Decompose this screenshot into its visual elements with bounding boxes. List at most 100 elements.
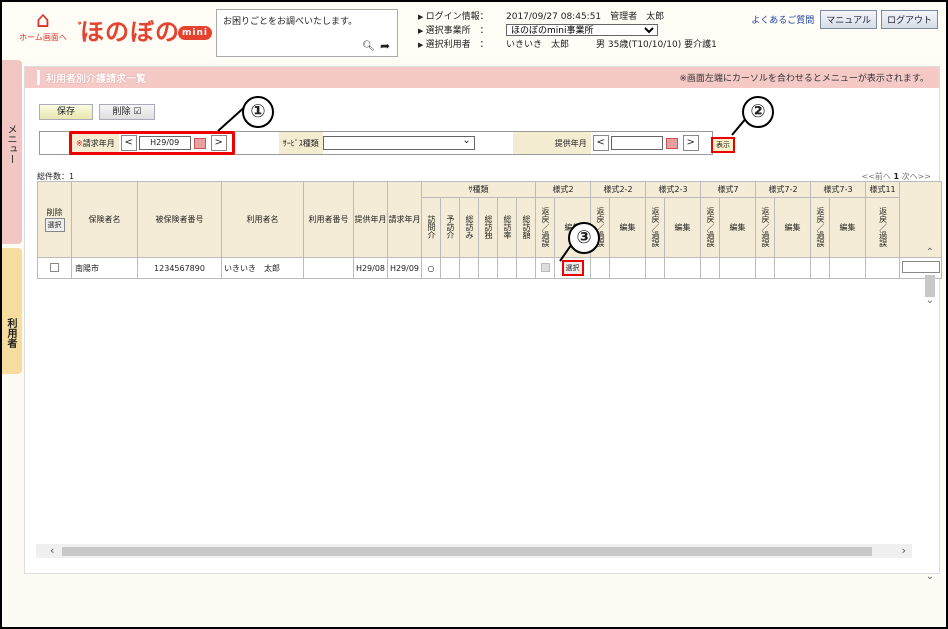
manual-button[interactable]: マニュアル xyxy=(820,10,877,29)
scroll-down-icon[interactable]: ⌄ xyxy=(923,295,937,306)
return-checkbox xyxy=(540,262,550,272)
scroll-bottom-icon[interactable]: ⌄ xyxy=(923,571,937,582)
pager-next[interactable]: 次へ>> xyxy=(902,172,931,181)
scroll-up-icon[interactable]: ⌃ xyxy=(923,247,937,258)
side-menu-tab[interactable]: メニュー xyxy=(2,60,22,244)
col-return: 返戻／過誤 xyxy=(865,197,901,258)
col-type: 総訪独 xyxy=(478,197,498,258)
col-type-group: ｻ種類 xyxy=(421,181,536,198)
row-provide: H29/08 xyxy=(353,257,388,279)
style2-select-button[interactable]: 選択 xyxy=(561,260,584,276)
app-header: ⌂ ホーム画面へ ﾞ ほのぼの mini お困りごとをお調べいたします。 🔍︎ ➦… xyxy=(2,2,946,60)
col-style-2-3: 様式2-3 xyxy=(645,181,702,198)
row-cell xyxy=(810,257,831,279)
calendar-icon[interactable] xyxy=(665,137,678,149)
col-style-2: 様式2 xyxy=(535,181,591,198)
type-label: 総訪率 xyxy=(503,214,512,239)
row-cell xyxy=(755,257,776,279)
col-type: 総訪額 xyxy=(516,197,536,258)
title-bar: 利用者別介護請求一覧 ※画面左端にカーソルを合わせるとメニューが表示されます。 xyxy=(25,67,939,88)
row-insurer: 南陽市 xyxy=(71,257,138,279)
row-cell xyxy=(700,257,721,279)
go-arrow-icon[interactable]: ➦ xyxy=(380,39,390,53)
claim-month-highlight xyxy=(69,131,235,155)
col-style-2-2: 様式2-2 xyxy=(589,181,647,198)
col-type: 予訪介 xyxy=(440,197,460,258)
help-search-box[interactable]: お困りごとをお調べいたします。 🔍︎ ➦ xyxy=(216,9,398,57)
table-row[interactable]: 南陽市 1234567890 いきいき 太郎 H29/08 H29/09 ○ 選… xyxy=(37,257,943,279)
col-style-7: 様式7 xyxy=(700,181,757,198)
side-user-tab[interactable]: 利用者 xyxy=(2,248,22,374)
col-return: 返戻／過誤 xyxy=(810,197,831,258)
pager-prev[interactable]: <<前へ xyxy=(862,172,891,181)
row-cell xyxy=(516,257,536,279)
filter-spacer xyxy=(40,132,72,154)
type-label: 総訪独 xyxy=(484,214,493,239)
logout-button[interactable]: ログアウト xyxy=(880,10,938,29)
col-edit: 編集 xyxy=(774,197,812,258)
save-button[interactable]: 保存 xyxy=(39,104,93,120)
login-info-row: ログイン情報： 2017/09/27 08:45:51 管理者 太郎 xyxy=(418,10,748,24)
office-row: 選択事業所 ： ほのぼのmini事業所 xyxy=(418,24,748,38)
office-select[interactable]: ほのぼのmini事業所 xyxy=(506,24,658,36)
horizontal-scrollbar[interactable]: ‹ › xyxy=(36,544,912,558)
row-cell xyxy=(865,257,901,279)
col-edit: 編集 xyxy=(664,197,702,258)
col-edit: 編集 xyxy=(829,197,867,258)
service-type-select[interactable] xyxy=(322,135,475,150)
provide-next-button[interactable]: > xyxy=(682,135,699,151)
col-return: 返戻／過誤 xyxy=(700,197,721,258)
return-label: 返戻／過誤 xyxy=(761,206,771,247)
scroll-left-icon[interactable]: ‹ xyxy=(50,544,54,558)
col-style-11: 様式11 xyxy=(865,181,901,198)
col-type: 訪問介 xyxy=(421,197,441,258)
show-button[interactable]: 表示 xyxy=(711,137,735,153)
row-cell xyxy=(664,257,702,279)
callout-1: ① xyxy=(242,96,274,128)
col-user-name: 利用者名 xyxy=(221,181,304,258)
row-cell xyxy=(645,257,666,279)
info-key: ログイン情報： xyxy=(418,10,506,24)
callout-3: ③ xyxy=(568,222,600,254)
help-search-text: お困りごとをお調べいたします。 xyxy=(223,17,358,27)
vertical-scrollbar[interactable]: ⌃ ⌄ ⌄ xyxy=(923,247,937,587)
info-key: 選択事業所 ： xyxy=(418,24,506,38)
type-label: 総訪み xyxy=(465,214,474,239)
return-label: 返戻／過誤 xyxy=(541,206,550,247)
page-note: ※画面左端にカーソルを合わせるとメニューが表示されます。 xyxy=(679,74,929,84)
col-type: 総訪み xyxy=(459,197,479,258)
search-icon[interactable]: 🔍︎ xyxy=(362,41,375,52)
top-links: よくあるご質問 マニュアル ログアウト xyxy=(751,10,938,29)
col-style-7-2: 様式7-2 xyxy=(755,181,812,198)
return-label: 返戻／過誤 xyxy=(816,206,826,247)
row-cell xyxy=(719,257,757,279)
provide-prev-button[interactable]: < xyxy=(592,135,609,151)
row-insured-no: 1234567890 xyxy=(137,257,222,279)
home-label: ホーム画面へ xyxy=(19,33,67,42)
row-delete-checkbox[interactable] xyxy=(50,262,59,272)
faq-link[interactable]: よくあるご質問 xyxy=(751,13,814,26)
vertical-scroll-thumb[interactable] xyxy=(925,275,935,297)
logo-badge: mini xyxy=(178,26,212,40)
horizontal-scroll-thumb[interactable] xyxy=(62,547,872,556)
side-user-label: 利用者 xyxy=(5,318,16,348)
row-claim: H29/09 xyxy=(387,257,422,279)
scroll-right-icon[interactable]: › xyxy=(902,544,906,558)
select-all-button[interactable]: 選択 xyxy=(44,218,65,232)
type-label: 予訪介 xyxy=(446,214,455,239)
col-claim-month: 請求年月 xyxy=(387,181,422,258)
provide-month-input[interactable] xyxy=(610,136,663,150)
callout-2: ② xyxy=(742,96,774,128)
side-menu-label: メニュー xyxy=(5,124,16,164)
row-cell xyxy=(590,257,610,279)
col-delete: 削除 選択 xyxy=(37,181,72,258)
row-user-name: いきいき 太郎 xyxy=(221,257,304,279)
col-user-no: 利用者番号 xyxy=(303,181,354,258)
info-key: 選択利用者 ： xyxy=(418,38,506,52)
row-cell xyxy=(440,257,460,279)
home-button[interactable]: ⌂ ホーム画面へ xyxy=(16,10,70,52)
user-row: 選択利用者 ： いきいき 太郎 男 35歳(T10/10/10) 要介護1 xyxy=(418,38,748,52)
delete-button[interactable]: 削除 ☑ xyxy=(99,104,155,120)
return-label: 返戻／過誤 xyxy=(706,206,716,247)
row-cell xyxy=(829,257,867,279)
